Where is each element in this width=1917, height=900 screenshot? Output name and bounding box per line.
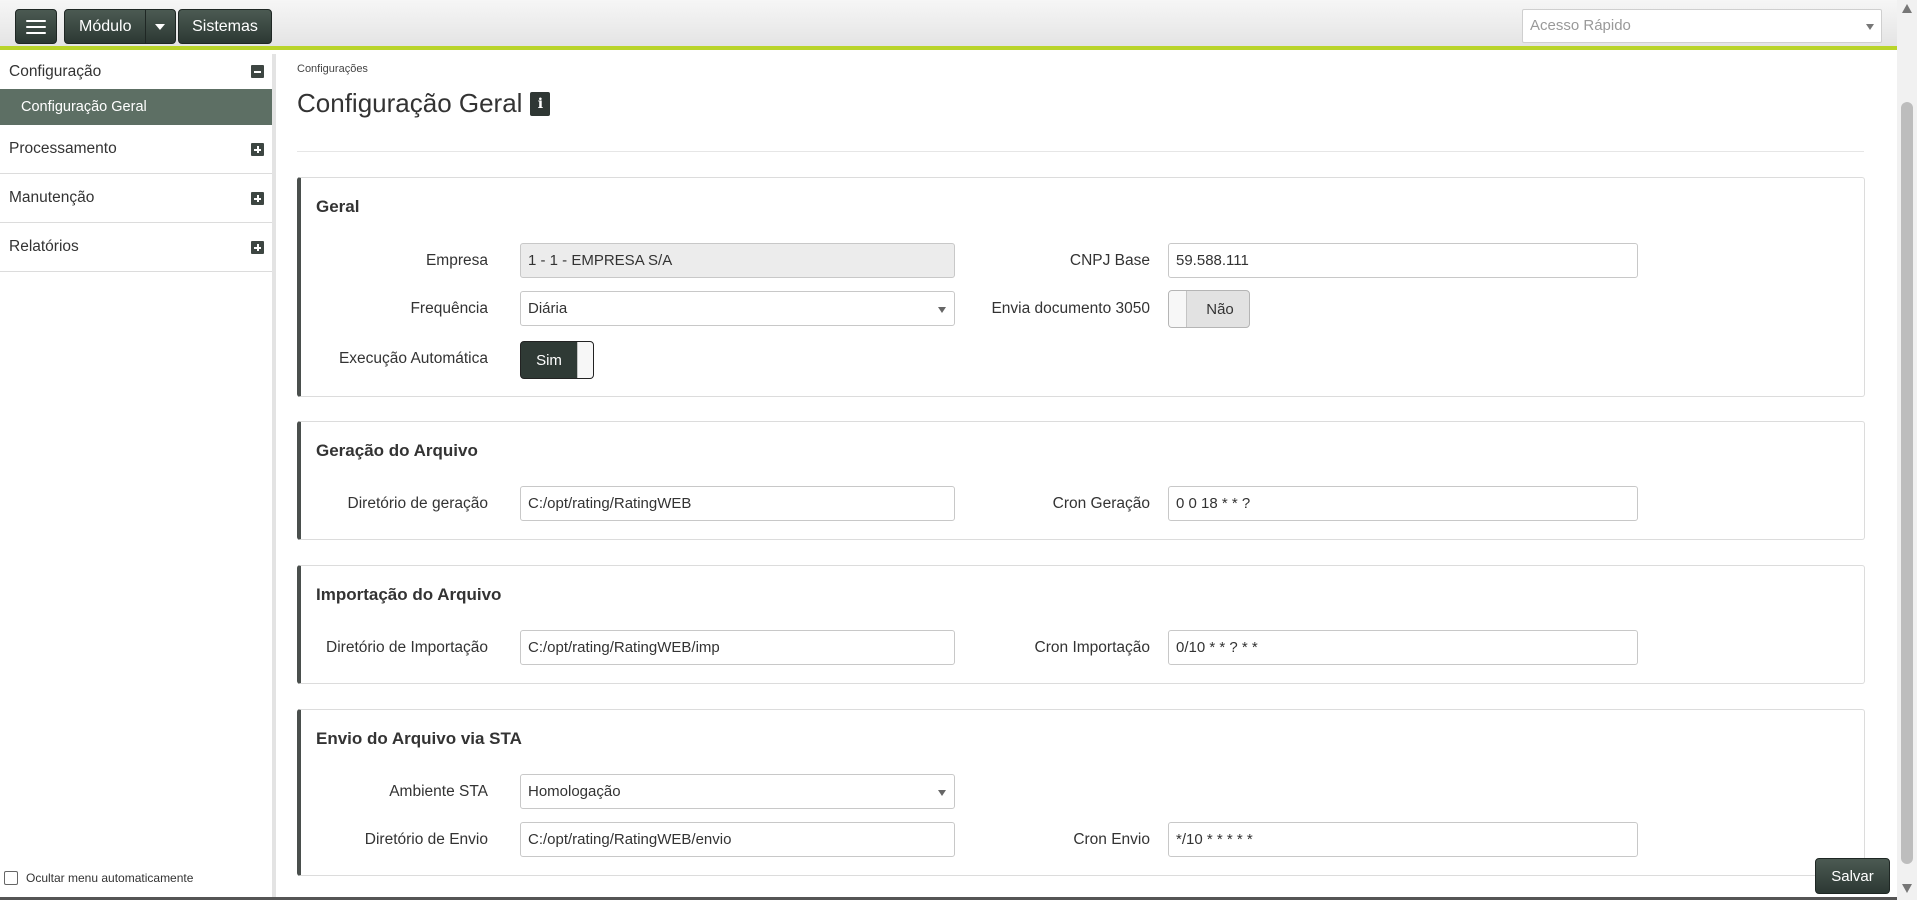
caret-down-icon[interactable] (155, 24, 165, 30)
frequencia-label: Frequência (410, 300, 488, 317)
empresa-label: Empresa (425, 252, 488, 269)
empresa-field: 1 - 1 - EMPRESA S/A (520, 243, 955, 278)
sidebar-subitem-label: Configuração Geral (21, 99, 147, 115)
cnpj-label: CNPJ Base (1069, 252, 1150, 269)
envia-documento-label: Envia documento 3050 (991, 300, 1150, 317)
scroll-thumb[interactable] (1901, 102, 1913, 864)
scrollbar[interactable] (1897, 0, 1917, 900)
panel-title: Geral (316, 197, 360, 216)
cron-envio-field[interactable]: */10 * * * * * (1168, 822, 1638, 857)
menu-toggle-button[interactable] (15, 9, 57, 44)
sidebar: Configuração Configuração Geral Processa… (0, 54, 276, 900)
diretorio-importacao-field[interactable]: C:/opt/rating/RatingWEB/imp (520, 630, 955, 665)
expand-icon[interactable] (251, 143, 264, 156)
breadcrumb[interactable]: Configurações (297, 63, 368, 75)
sidebar-item-label: Relatórios (9, 238, 79, 255)
frequencia-select[interactable]: Diária (520, 291, 955, 326)
diretorio-envio-label: Diretório de Envio (364, 831, 488, 848)
scroll-up-icon[interactable] (1902, 4, 1912, 13)
ambiente-sta-value: Homologação (528, 783, 621, 800)
chevron-down-icon (938, 790, 946, 796)
panel-geral: Geral Empresa 1 - 1 - EMPRESA S/A CNPJ B… (297, 177, 1865, 397)
cron-envio-label: Cron Envio (1073, 831, 1150, 848)
ambiente-sta-label: Ambiente STA (389, 783, 488, 800)
hide-menu-label: Ocultar menu automaticamente (26, 871, 194, 885)
toggle-text: Sim (536, 351, 562, 369)
page-title: Configuração Geral i (297, 88, 551, 119)
chevron-down-icon (938, 307, 946, 313)
sidebar-item-label: Configuração (9, 62, 102, 80)
ambiente-sta-select[interactable]: Homologação (520, 774, 955, 809)
info-icon[interactable]: i (530, 91, 551, 116)
cron-importacao-label: Cron Importação (1034, 639, 1150, 656)
hide-menu-option[interactable]: Ocultar menu automaticamente (4, 871, 193, 885)
sidebar-item-relatorios[interactable]: Relatórios (0, 223, 272, 272)
panel-title: Envio do Arquivo via STA (316, 729, 522, 748)
page-title-text: Configuração Geral (297, 88, 523, 118)
diretorio-geracao-field[interactable]: C:/opt/rating/RatingWEB (520, 486, 955, 521)
sidebar-item-configuracao[interactable]: Configuração (0, 54, 272, 89)
diretorio-envio-field[interactable]: C:/opt/rating/RatingWEB/envio (520, 822, 955, 857)
panel-title: Importação do Arquivo (316, 585, 502, 604)
panel-importacao-arquivo: Importação do Arquivo Diretório de Impor… (297, 565, 1865, 684)
sidebar-subitem-configuracao-geral[interactable]: Configuração Geral (0, 89, 272, 125)
expand-icon[interactable] (251, 192, 264, 205)
panel-envio-arquivo-sta: Envio do Arquivo via STA Ambiente STA Ho… (297, 709, 1865, 876)
quick-access-placeholder: Acesso Rápido (1530, 17, 1631, 34)
quick-access-select[interactable]: Acesso Rápido (1522, 9, 1882, 43)
top-bar: Módulo Sistemas Acesso Rápido (0, 0, 1897, 50)
toggle-text: Não (1206, 300, 1234, 318)
sidebar-item-label: Processamento (9, 140, 117, 157)
modulo-label: Módulo (79, 17, 132, 35)
cron-geracao-label: Cron Geração (1052, 495, 1150, 512)
sistemas-button[interactable]: Sistemas (178, 9, 272, 44)
collapse-icon[interactable] (251, 65, 264, 78)
panel-geracao-arquivo: Geração do Arquivo Diretório de geração … (297, 421, 1865, 540)
hamburger-icon (26, 19, 46, 34)
cnpj-field[interactable]: 59.588.111 (1168, 243, 1638, 278)
execucao-automatica-label: Execução Automática (338, 350, 488, 367)
chevron-down-icon (1866, 24, 1874, 30)
scroll-down-icon[interactable] (1902, 884, 1912, 893)
diretorio-importacao-label: Diretório de Importação (326, 639, 488, 656)
panel-title: Geração do Arquivo (316, 441, 478, 460)
modulo-dropdown-button[interactable]: Módulo (64, 9, 176, 44)
envia-documento-toggle[interactable]: Não (1168, 290, 1250, 328)
sidebar-item-manutencao[interactable]: Manutenção (0, 174, 272, 223)
expand-icon[interactable] (251, 241, 264, 254)
save-button[interactable]: Salvar (1815, 858, 1890, 894)
cron-importacao-field[interactable]: 0/10 * * ? * * (1168, 630, 1638, 665)
cron-geracao-field[interactable]: 0 0 18 * * ? (1168, 486, 1638, 521)
sidebar-item-processamento[interactable]: Processamento (0, 125, 272, 174)
execucao-automatica-toggle[interactable]: Sim (520, 341, 594, 379)
diretorio-geracao-label: Diretório de geração (347, 495, 488, 512)
sidebar-item-label: Manutenção (9, 189, 95, 206)
hide-menu-checkbox[interactable] (4, 871, 18, 885)
frequencia-value: Diária (528, 300, 568, 317)
divider (297, 151, 1864, 152)
